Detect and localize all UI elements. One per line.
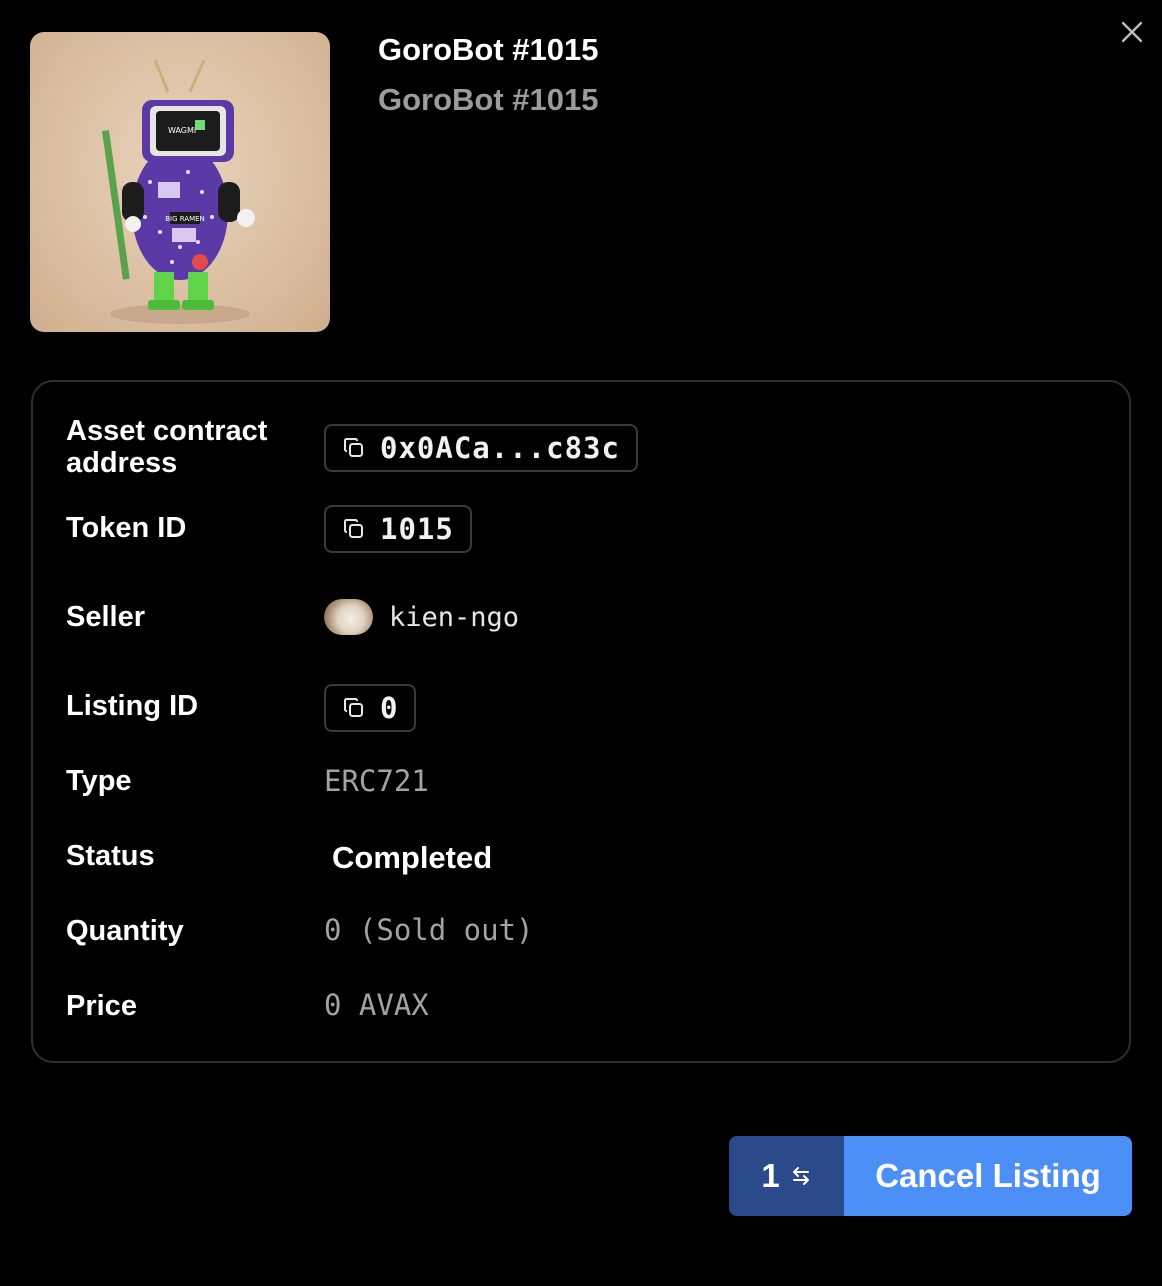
robot-illustration: BIG RAMEN WAGMI xyxy=(102,59,255,324)
price-label: Price xyxy=(66,990,137,1022)
copy-icon xyxy=(344,698,363,717)
action-bar: 1 Cancel Listing xyxy=(729,1136,1132,1216)
token-id-copy-button[interactable]: 1015 xyxy=(324,505,472,553)
listing-id-copy-button[interactable]: 0 xyxy=(324,684,417,732)
type-value: ERC721 xyxy=(324,764,429,798)
quantity-count: 1 xyxy=(761,1157,780,1194)
quantity-value: 0 (Sold out) xyxy=(324,913,534,947)
copy-icon xyxy=(344,438,363,457)
quantity-toggle-button[interactable]: 1 xyxy=(729,1136,844,1216)
seller-link[interactable]: kien-ngo xyxy=(324,599,519,635)
close-icon xyxy=(1121,21,1143,43)
price-value: 0 AVAX xyxy=(324,988,429,1022)
switch-icon xyxy=(792,1167,809,1185)
listing-detail-modal: BIG RAMEN WAGMI GoroBot #1015 GoroBot #1… xyxy=(0,0,1162,1286)
token-id-value: 1015 xyxy=(380,512,454,546)
type-label: Type xyxy=(66,765,132,797)
belt-text: BIG RAMEN xyxy=(165,215,205,223)
status-value: Completed xyxy=(332,840,493,875)
listing-id-label: Listing ID xyxy=(66,690,199,722)
nft-image: BIG RAMEN WAGMI xyxy=(30,32,330,332)
copy-icon xyxy=(344,519,363,538)
screen-text: WAGMI xyxy=(168,126,196,135)
seller-label: Seller xyxy=(66,601,145,633)
cancel-listing-button[interactable]: Cancel Listing xyxy=(844,1136,1132,1216)
asset-contract-copy-button[interactable]: 0x0ACa...c83c xyxy=(324,424,638,472)
nft-title: GoroBot #1015 xyxy=(378,32,599,67)
quantity-label: Quantity xyxy=(66,915,184,947)
listing-id-value: 0 xyxy=(380,691,399,725)
close-button[interactable] xyxy=(1116,16,1148,48)
asset-contract-label: Asset contract address xyxy=(66,415,268,479)
nft-subtitle: GoroBot #1015 xyxy=(378,82,599,117)
listing-details-panel: Asset contract address 0x0ACa...c83c Tok… xyxy=(31,380,1131,1063)
seller-avatar xyxy=(324,599,373,635)
asset-contract-value: 0x0ACa...c83c xyxy=(380,431,620,465)
token-id-label: Token ID xyxy=(66,512,187,544)
status-label: Status xyxy=(66,840,155,872)
seller-name: kien-ngo xyxy=(389,601,520,633)
